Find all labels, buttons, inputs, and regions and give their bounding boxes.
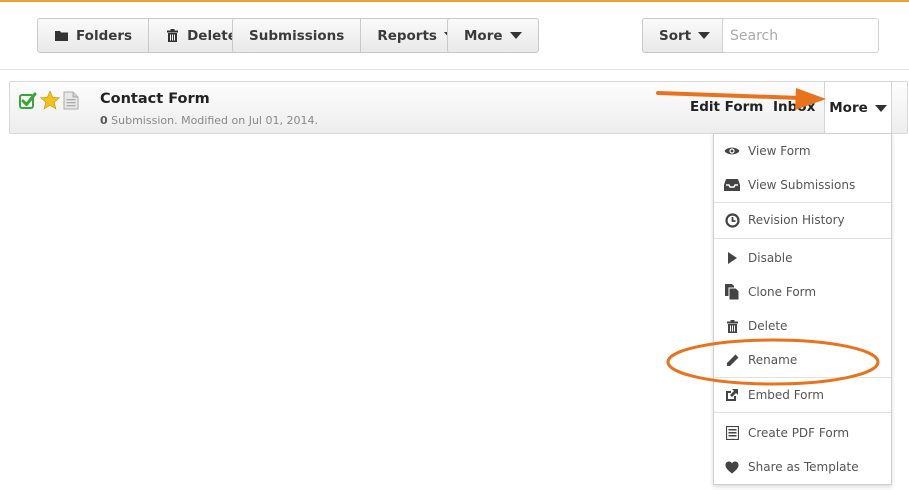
- more-dropdown-menu: View Form View Submissions Revision Hist…: [713, 133, 892, 485]
- menu-item-disable[interactable]: Disable: [714, 241, 891, 275]
- checkbox-checked-icon[interactable]: [19, 92, 37, 110]
- form-more-button[interactable]: More: [824, 81, 892, 134]
- document-icon: [63, 91, 79, 110]
- menu-item-label: Clone Form: [748, 285, 817, 299]
- folder-icon: [54, 29, 68, 43]
- heart-icon: [724, 459, 740, 475]
- menu-item-rename[interactable]: Rename: [714, 343, 891, 377]
- menu-item-view-submissions[interactable]: View Submissions: [714, 168, 891, 202]
- eye-icon: [724, 143, 740, 159]
- menu-item-embed-form[interactable]: Embed Form: [714, 378, 891, 412]
- trash-icon: [724, 318, 740, 334]
- menu-item-create-pdf-form[interactable]: Create PDF Form: [714, 416, 891, 450]
- menu-divider: [714, 238, 891, 239]
- share-icon: [724, 387, 740, 403]
- caret-down-icon: [874, 104, 887, 112]
- form-list-item[interactable]: Contact Form 0 Submission. Modified on J…: [9, 81, 908, 134]
- sort-button[interactable]: Sort: [643, 19, 726, 52]
- menu-item-label: Delete: [748, 319, 788, 333]
- star-icon[interactable]: [40, 91, 60, 110]
- toolbar: Folders Delete Submissions Reports More …: [0, 0, 909, 70]
- caret-down-icon: [698, 32, 711, 39]
- menu-item-label: Create PDF Form: [748, 426, 850, 440]
- menu-item-share-as-template[interactable]: Share as Template: [714, 450, 891, 484]
- menu-item-label: View Form: [748, 144, 811, 158]
- submission-count: 0: [100, 114, 108, 127]
- form-meta-text: Submission. Modified on Jul 01, 2014.: [107, 114, 318, 127]
- submissions-label: Submissions: [249, 27, 345, 44]
- list-icon: [724, 425, 740, 441]
- sort-group: Sort: [642, 18, 728, 53]
- trash-icon: [165, 29, 179, 43]
- inbox-icon: [724, 177, 740, 193]
- form-title[interactable]: Contact Form: [100, 91, 210, 107]
- reports-label: Reports: [377, 27, 437, 44]
- more-group: More: [447, 18, 539, 53]
- menu-item-label: Disable: [748, 251, 793, 265]
- form-row-icons: [19, 91, 79, 110]
- submissions-button[interactable]: Submissions: [233, 19, 360, 52]
- pencil-icon: [724, 352, 740, 368]
- folder-delete-group: Folders Delete: [37, 18, 254, 53]
- menu-item-view-form[interactable]: View Form: [714, 134, 891, 168]
- menu-item-label: Share as Template: [748, 460, 859, 474]
- menu-item-revision-history[interactable]: Revision History: [714, 203, 891, 237]
- menu-item-label: Revision History: [748, 213, 845, 227]
- menu-item-delete[interactable]: Delete: [714, 309, 891, 343]
- menu-item-label: View Submissions: [748, 178, 856, 192]
- history-icon: [724, 212, 740, 228]
- search-input[interactable]: [722, 18, 879, 53]
- menu-item-label: Rename: [748, 353, 798, 367]
- reports-group: Submissions Reports: [232, 18, 473, 53]
- inbox-link[interactable]: Inbox: [773, 99, 815, 115]
- toolbar-more-button[interactable]: More: [448, 19, 538, 52]
- form-meta: 0 Submission. Modified on Jul 01, 2014.: [100, 114, 318, 127]
- edit-form-link[interactable]: Edit Form: [690, 99, 763, 115]
- caret-down-icon: [509, 32, 522, 39]
- sort-label: Sort: [659, 27, 692, 44]
- menu-item-clone-form[interactable]: Clone Form: [714, 275, 891, 309]
- menu-divider: [714, 412, 891, 413]
- menu-item-label: Embed Form: [748, 388, 824, 402]
- copy-icon: [724, 284, 740, 300]
- delete-label: Delete: [187, 27, 237, 44]
- folders-button[interactable]: Folders: [38, 19, 148, 52]
- toolbar-more-label: More: [464, 27, 503, 44]
- play-icon: [724, 250, 740, 266]
- folders-label: Folders: [76, 27, 133, 44]
- form-more-label: More: [829, 100, 868, 116]
